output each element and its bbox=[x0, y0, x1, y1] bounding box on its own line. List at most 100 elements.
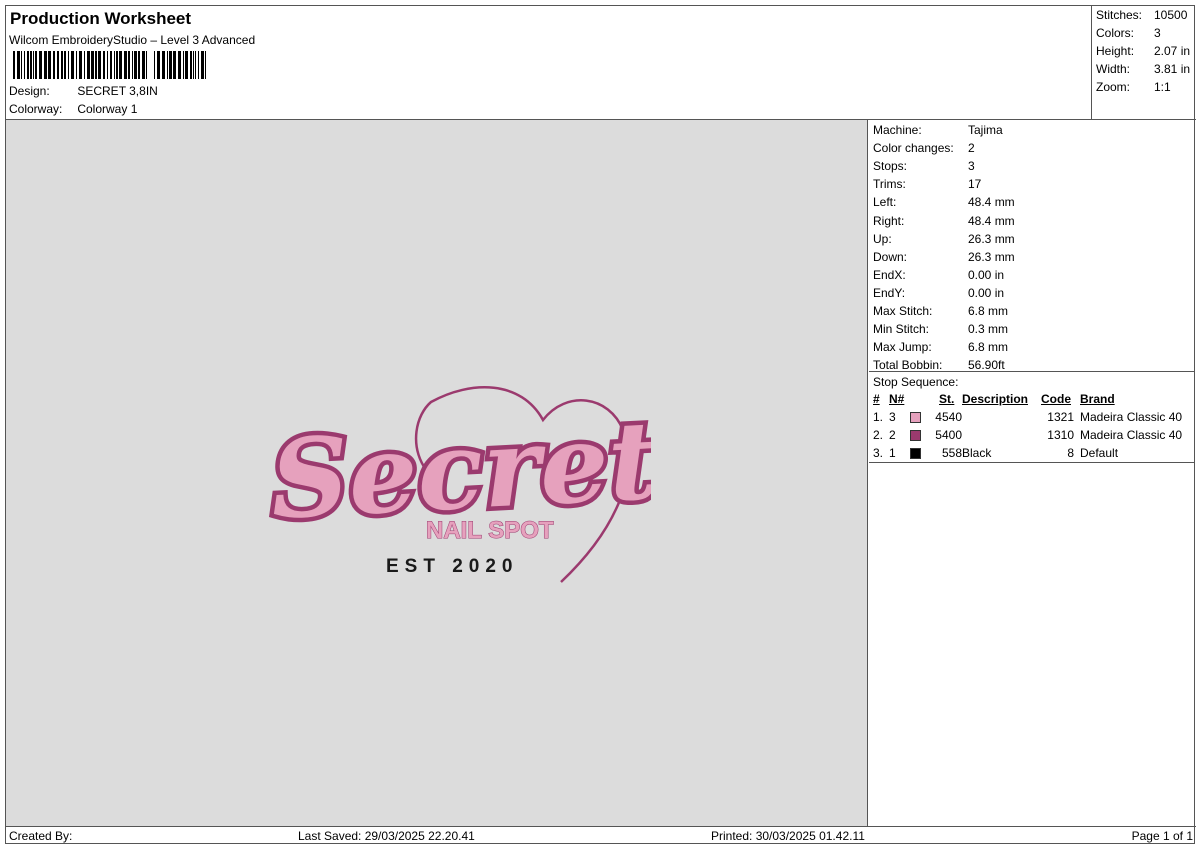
barcode-bar bbox=[116, 51, 118, 79]
col-header-st: St. bbox=[939, 392, 955, 406]
barcode-bar bbox=[61, 51, 63, 79]
est-text: EST 2020 bbox=[386, 556, 519, 577]
barcode-bar bbox=[95, 51, 97, 79]
machine-label: Up: bbox=[873, 231, 892, 246]
stop-code: 1321 bbox=[1047, 410, 1074, 424]
embroidery-design: Secret NAIL SPOT EST 2020 bbox=[263, 386, 651, 583]
machine-label: Max Stitch: bbox=[873, 304, 933, 318]
stop-code: 1310 bbox=[1047, 428, 1074, 442]
barcode-bar bbox=[124, 51, 127, 79]
stop-needle: 3 bbox=[889, 410, 896, 424]
barcode-bar bbox=[17, 51, 20, 79]
color-swatch bbox=[910, 430, 921, 441]
machine-value: 0.00 in bbox=[968, 267, 1005, 282]
barcode-bar bbox=[198, 51, 199, 79]
machine-label: EndX: bbox=[873, 267, 906, 282]
design-row: Design: SECRET 3,8IN bbox=[9, 84, 158, 98]
machine-value: 26.3 mm bbox=[968, 249, 1015, 264]
barcode-bar bbox=[79, 51, 82, 79]
machine-row: Right: 48.4 mm bbox=[873, 214, 1015, 232]
page-number: Page 1 of 1 bbox=[1131, 829, 1193, 843]
summary-row-colors: Colors: 3 bbox=[1096, 26, 1161, 40]
page-title: Production Worksheet bbox=[10, 9, 192, 28]
machine-row: Max Stitch: 6.8 mm bbox=[873, 304, 1008, 322]
machine-value: 6.8 mm bbox=[968, 304, 1009, 318]
barcode-bar bbox=[68, 51, 69, 79]
machine-label: Machine: bbox=[873, 123, 922, 137]
stop-stitches: 5400 bbox=[935, 428, 962, 442]
machine-value: 0.00 in bbox=[968, 285, 1005, 300]
nail-spot-text: NAIL SPOT bbox=[426, 517, 554, 544]
stop-sequence-title: Stop Sequence: bbox=[873, 375, 959, 389]
barcode-bar bbox=[162, 51, 165, 79]
production-worksheet: Production Worksheet Wilcom EmbroiderySt… bbox=[5, 5, 1196, 844]
barcode-bar bbox=[190, 51, 192, 79]
info-panel: Machine: Tajima Color changes: 2 Stops: 3 Trim… bbox=[869, 120, 1195, 826]
barcode-bar bbox=[183, 51, 184, 79]
barcode-bar bbox=[146, 51, 147, 79]
machine-label: EndY: bbox=[873, 285, 906, 300]
stop-num: 1. bbox=[873, 410, 884, 424]
barcode-bar bbox=[195, 51, 196, 79]
machine-value: 6.8 mm bbox=[968, 340, 1009, 355]
machine-value: 2 bbox=[968, 141, 975, 156]
design-label: Design: bbox=[9, 84, 50, 98]
machine-label: Color changes: bbox=[873, 141, 954, 156]
machine-value: 0.3 mm bbox=[968, 322, 1009, 337]
colorway-row: Colorway: Colorway 1 bbox=[9, 102, 137, 116]
barcode-bar bbox=[157, 51, 160, 79]
barcode-bar bbox=[178, 51, 181, 79]
barcode-bar bbox=[53, 51, 55, 79]
machine-row: Max Jump: 6.8 mm bbox=[873, 340, 1008, 358]
barcode-bar bbox=[110, 51, 112, 79]
stop-code: 8 bbox=[1067, 446, 1074, 460]
machine-row: Up: 26.3 mm bbox=[873, 232, 1015, 250]
col-header-code: Code bbox=[1041, 392, 1071, 406]
barcode-bar bbox=[57, 51, 59, 79]
worksheet-header: Production Worksheet Wilcom EmbroiderySt… bbox=[6, 6, 1196, 120]
barcode-bar bbox=[173, 51, 176, 79]
machine-row: EndY: 0.00 in bbox=[873, 286, 1004, 304]
machine-label: Min Stitch: bbox=[873, 322, 930, 337]
barcode-bar bbox=[167, 51, 168, 79]
summary-row-zoom: Zoom: 1:1 bbox=[1096, 80, 1171, 94]
summary-row-width: Width: 3.81 in bbox=[1096, 62, 1191, 76]
barcode-bar bbox=[201, 51, 204, 79]
barcode-bar bbox=[39, 51, 42, 79]
machine-label: Total Bobbin: bbox=[873, 358, 943, 373]
worksheet-footer: Created By: Last Saved: 29/03/2025 22.20… bbox=[6, 826, 1196, 844]
software-name: Wilcom EmbroideryStudio – Level 3 Advanc… bbox=[9, 33, 256, 47]
machine-value: 48.4 mm bbox=[968, 213, 1015, 228]
colorway-label: Colorway: bbox=[9, 102, 63, 116]
created-by: Created By: bbox=[9, 829, 73, 843]
barcode-bar bbox=[103, 51, 105, 79]
machine-stats: Machine: Tajima Color changes: 2 Stops: 3 Trim… bbox=[869, 120, 1195, 372]
barcode-bar bbox=[64, 51, 66, 79]
barcode-bar bbox=[71, 51, 74, 79]
machine-row: Left: 48.4 mm bbox=[873, 195, 1015, 213]
summary-panel: Stitches: 10500 Colors: 3 Height: 2.07 in W… bbox=[1091, 6, 1195, 119]
machine-value: 3 bbox=[968, 159, 975, 174]
machine-row: Machine: Tajima bbox=[873, 123, 1003, 141]
machine-row: Stops: 3 bbox=[873, 159, 975, 177]
barcode-bar bbox=[169, 51, 172, 79]
barcode-bar bbox=[33, 51, 34, 79]
col-header-num: # bbox=[873, 392, 880, 406]
barcode-bar bbox=[132, 51, 133, 79]
machine-row: EndX: 0.00 in bbox=[873, 268, 1004, 286]
barcode-bar bbox=[84, 51, 85, 79]
barcode-bar bbox=[185, 51, 188, 79]
stop-stitches: 558 bbox=[941, 446, 962, 460]
barcode-bar bbox=[27, 51, 29, 79]
machine-row: Trims: 17 bbox=[873, 177, 981, 195]
barcode-bar bbox=[154, 51, 155, 79]
machine-value: Tajima bbox=[968, 123, 1003, 137]
col-header-n: N# bbox=[889, 392, 905, 406]
barcode-bar bbox=[21, 51, 22, 79]
barcode-bar bbox=[44, 51, 47, 79]
barcode-bar bbox=[119, 51, 122, 79]
barcode-bar bbox=[76, 51, 77, 79]
stop-stitches: 4540 bbox=[935, 410, 962, 424]
barcode-bar bbox=[35, 51, 37, 79]
barcode-bar bbox=[114, 51, 115, 79]
